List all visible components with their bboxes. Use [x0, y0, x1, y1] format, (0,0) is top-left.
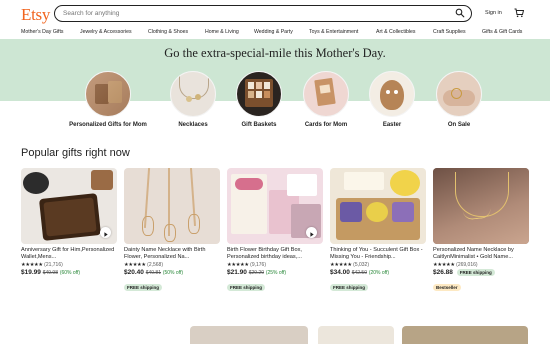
star-icon: ★★★★★ [433, 262, 455, 268]
free-shipping-badge: FREE shipping [330, 284, 368, 291]
product-title[interactable]: Birth Flower Birthday Gift Box, Personal… [227, 247, 323, 261]
category-image [436, 71, 482, 117]
category-label: On Sale [447, 122, 471, 128]
product-image[interactable] [330, 168, 426, 244]
category-personalized-gifts[interactable]: Personalized Gifts for Mom [68, 71, 148, 133]
star-icon: ★★★★★ [227, 262, 249, 268]
product-rating: ★★★★★ (9,176) [227, 262, 323, 268]
product-card[interactable]: Dainty Name Necklace with Birth Flower, … [124, 168, 220, 291]
nav-item-wedding[interactable]: Wedding & Party [254, 29, 293, 35]
discount-label: (60% off) [59, 270, 81, 276]
original-price: $42.50 [351, 270, 367, 276]
category-image [369, 71, 415, 117]
product-image[interactable] [124, 168, 220, 244]
nav-item-clothing[interactable]: Clothing & Shoes [148, 29, 188, 35]
review-count: (269,016) [456, 262, 478, 268]
section-title: Popular gifts right now [21, 147, 130, 159]
nav-item-art[interactable]: Art & Collectibles [376, 29, 416, 35]
product-card[interactable]: Personalized Name Necklace by CaitlynMin… [433, 168, 529, 291]
header: Etsy Sign in [0, 0, 550, 27]
category-label: Personalized Gifts for Mom [69, 122, 147, 128]
star-icon: ★★★★★ [124, 262, 146, 268]
product-image[interactable] [433, 168, 529, 244]
discount-label: (25% off) [265, 270, 287, 276]
original-price: $49.98 [42, 270, 58, 276]
review-count: (2,568) [147, 262, 163, 268]
nav-item-gifts[interactable]: Gifts & Gift Cards [482, 29, 522, 35]
hero-title: Go the extra-special-mile this Mother's … [164, 46, 386, 60]
product-image[interactable] [227, 168, 323, 244]
product-image[interactable] [21, 168, 117, 244]
category-on-sale[interactable]: On Sale [419, 71, 499, 133]
bestseller-badge: Bestseller [433, 284, 461, 291]
product-title[interactable]: Personalized Name Necklace by CaitlynMin… [433, 247, 529, 261]
sale-price: $20.40 [124, 269, 144, 276]
product-title[interactable]: Dainty Name Necklace with Birth Flower, … [124, 247, 220, 261]
product-image[interactable] [318, 326, 394, 344]
product-title[interactable]: Thinking of You - Succulent Gift Box - M… [330, 247, 426, 261]
category-image [303, 71, 349, 117]
nav-item-craft[interactable]: Craft Supplies [433, 29, 466, 35]
sale-price: $26.88 [433, 269, 453, 276]
product-card[interactable]: Birth Flower Birthday Gift Box, Personal… [227, 168, 323, 291]
play-icon[interactable] [100, 227, 111, 238]
review-count: (21,716) [44, 262, 63, 268]
product-rating: ★★★★★ (269,016) [433, 262, 529, 268]
product-price: $26.88 FREE shipping [433, 269, 529, 276]
product-title[interactable]: Anniversary Gift for Him,Personalized Wa… [21, 247, 117, 261]
product-rating: ★★★★★ (5,032) [330, 262, 426, 268]
discount-label: (20% off) [368, 270, 390, 276]
discount-label: (50% off) [162, 270, 184, 276]
nav-item-home[interactable]: Home & Living [205, 29, 239, 35]
cart-icon[interactable] [514, 8, 524, 18]
free-shipping-badge: FREE shipping [124, 284, 162, 291]
product-card[interactable]: Thinking of You - Succulent Gift Box - M… [330, 168, 426, 291]
original-price: $40.81 [145, 270, 161, 276]
review-count: (5,032) [353, 262, 369, 268]
product-image[interactable] [402, 326, 528, 344]
product-rating: ★★★★★ (2,568) [124, 262, 220, 268]
original-price: $29.20 [248, 270, 264, 276]
product-price: $21.90 $29.20 (25% off) [227, 269, 323, 276]
category-image [236, 71, 282, 117]
product-price: $20.40 $40.81 (50% off) [124, 269, 220, 276]
product-image[interactable] [190, 326, 308, 344]
play-icon[interactable] [306, 227, 317, 238]
search-bar[interactable] [54, 5, 472, 22]
category-image [170, 71, 216, 117]
product-price: $19.99 $49.98 (60% off) [21, 269, 117, 276]
free-shipping-badge: FREE shipping [227, 284, 265, 291]
search-icon[interactable] [455, 8, 465, 18]
product-card[interactable]: Anniversary Gift for Him,Personalized Wa… [21, 168, 117, 290]
search-input[interactable] [63, 6, 443, 20]
free-shipping-badge: FREE shipping [456, 269, 495, 276]
sale-price: $34.00 [330, 269, 350, 276]
star-icon: ★★★★★ [21, 262, 43, 268]
nav-item-jewelry[interactable]: Jewelry & Accessories [80, 29, 132, 35]
product-rating: ★★★★★ (21,716) [21, 262, 117, 268]
category-nav: Mother's Day Gifts Jewelry & Accessories… [0, 27, 550, 39]
nav-item-toys[interactable]: Toys & Entertainment [309, 29, 358, 35]
product-price: $34.00 $42.50 (20% off) [330, 269, 426, 276]
sale-price: $19.99 [21, 269, 41, 276]
etsy-logo[interactable]: Etsy [21, 5, 50, 25]
star-icon: ★★★★★ [330, 262, 352, 268]
sale-price: $21.90 [227, 269, 247, 276]
nav-item-mothers-day[interactable]: Mother's Day Gifts [21, 29, 64, 35]
category-image [85, 71, 131, 117]
review-count: (9,176) [250, 262, 266, 268]
sign-in-link[interactable]: Sign in [485, 10, 502, 16]
